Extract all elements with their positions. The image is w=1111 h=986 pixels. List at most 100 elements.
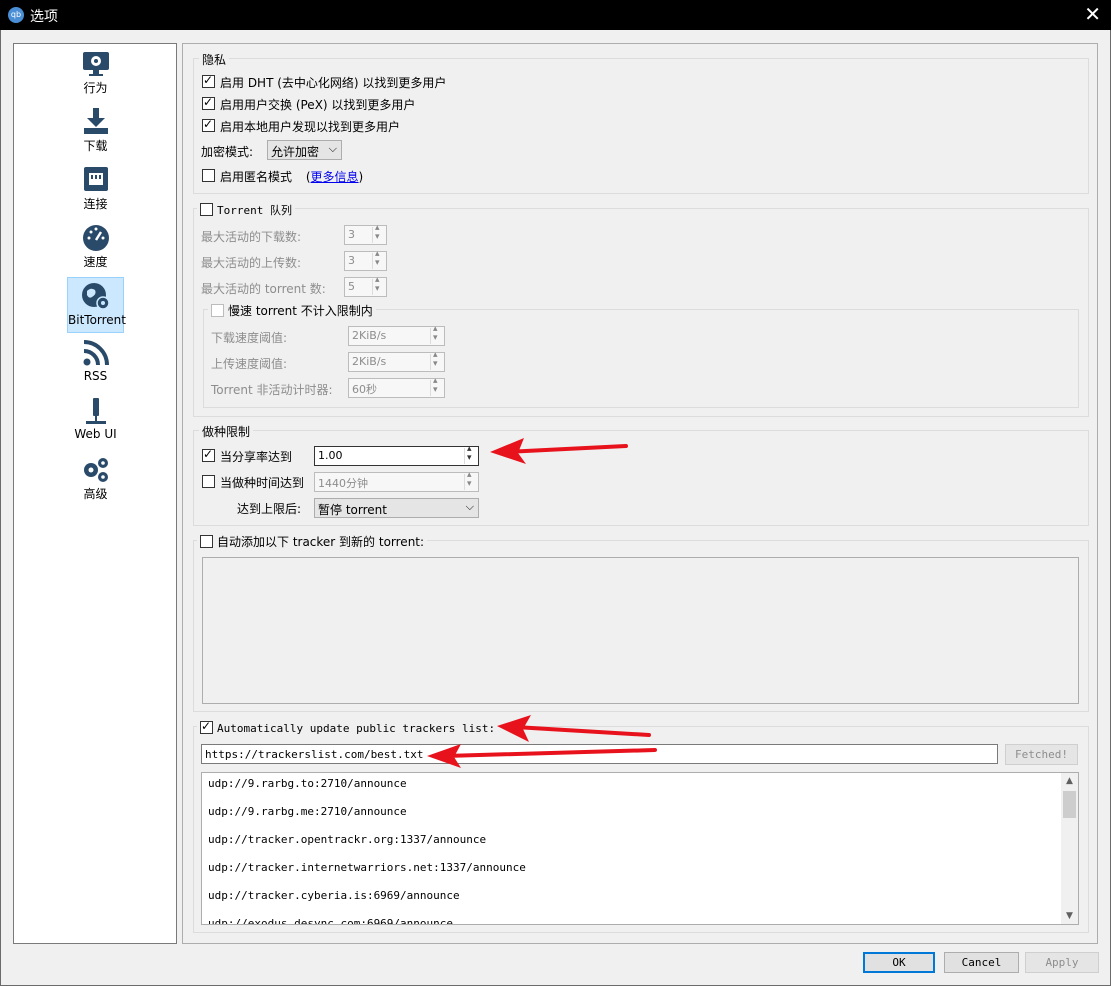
sidebar-item-speed[interactable]: 速度 bbox=[67, 220, 124, 276]
close-icon[interactable]: ✕ bbox=[1084, 3, 1101, 25]
chevron-down-icon: ⌵ bbox=[465, 500, 474, 513]
max-uploads-label: 最大活动的上传数: bbox=[201, 256, 302, 270]
scrollbar-thumb[interactable] bbox=[1063, 791, 1076, 818]
sidebar-item-webui[interactable]: Web UI bbox=[67, 394, 124, 450]
stepper-arrows-icon[interactable] bbox=[430, 376, 443, 396]
list-item: udp://tracker.internetwarriors.net:1337/… bbox=[208, 861, 526, 874]
auto-trackers-textarea[interactable] bbox=[202, 557, 1079, 704]
max-torrents-stepper[interactable]: 5 bbox=[344, 275, 387, 297]
max-downloads-stepper[interactable]: 3 bbox=[344, 223, 387, 245]
sidebar-item-behavior[interactable]: 行为 bbox=[67, 46, 124, 102]
list-item: udp://exodus.desync.com:6969/announce bbox=[208, 917, 454, 925]
sidebar-item-bittorrent[interactable]: BitTorrent bbox=[67, 277, 126, 333]
seeding-time-value: 1440分钟 bbox=[318, 477, 368, 490]
dht-checkbox[interactable] bbox=[202, 73, 215, 88]
max-downloads-value: 3 bbox=[348, 228, 355, 241]
more-info-close-paren: ) bbox=[358, 170, 364, 184]
stepper-arrows-icon[interactable] bbox=[372, 223, 385, 243]
encryption-mode-label: 加密模式: bbox=[201, 145, 254, 159]
slow-torrents-title: 慢速 torrent 不计入限制内 bbox=[228, 304, 373, 318]
limit-action-value: 暂停 torrent bbox=[318, 503, 387, 517]
seeding-time-checkbox[interactable] bbox=[202, 475, 215, 488]
anonymous-mode-label: 启用匿名模式 (更多信息) bbox=[220, 168, 363, 185]
list-item: udp://9.rarbg.to:2710/announce bbox=[208, 777, 407, 790]
stepper-arrows-icon[interactable] bbox=[464, 470, 477, 490]
sidebar-item-label: 连接 bbox=[83, 197, 108, 211]
anonymous-mode-checkbox[interactable] bbox=[202, 169, 215, 182]
inactivity-timer-label: Torrent 非活动计时器: bbox=[211, 383, 333, 397]
seeding-time-label: 当做种时间达到 bbox=[220, 476, 305, 490]
torrent-queue-checkbox[interactable] bbox=[200, 203, 213, 216]
ratio-limit-label: 当分享率达到 bbox=[220, 450, 293, 464]
rss-icon bbox=[83, 340, 109, 366]
inactivity-timer-stepper[interactable]: 60秒 bbox=[348, 376, 445, 398]
scroll-up-icon[interactable]: ▲ bbox=[1061, 773, 1078, 789]
title-bar: qb 选项 ✕ bbox=[0, 0, 1111, 30]
sidebar-item-label: 行为 bbox=[83, 81, 108, 95]
ok-button[interactable]: OK bbox=[863, 952, 935, 973]
stepper-arrows-icon[interactable] bbox=[430, 324, 443, 344]
slow-torrents-checkbox[interactable] bbox=[211, 304, 224, 317]
ratio-limit-value: 1.00 bbox=[318, 449, 343, 462]
stepper-arrows-icon[interactable] bbox=[464, 444, 477, 464]
app-icon: qb bbox=[8, 7, 24, 23]
seeding-time-stepper[interactable]: 1440分钟 bbox=[314, 470, 479, 492]
upload-threshold-stepper[interactable]: 2KiB/s bbox=[348, 350, 445, 372]
gears-icon bbox=[83, 458, 108, 482]
trackers-scrollbar[interactable]: ▲ ▼ bbox=[1061, 773, 1078, 924]
trackers-list[interactable]: udp://9.rarbg.to:2710/announce udp://9.r… bbox=[201, 772, 1079, 925]
torrent-queue-header: Torrent 队列 bbox=[197, 201, 295, 218]
max-uploads-value: 3 bbox=[348, 254, 355, 267]
inactivity-timer-value: 60秒 bbox=[352, 383, 377, 396]
cancel-button[interactable]: Cancel bbox=[944, 952, 1019, 973]
upload-threshold-label: 上传速度阈值: bbox=[211, 357, 288, 371]
max-torrents-label: 最大活动的 torrent 数: bbox=[201, 282, 326, 296]
ratio-limit-checkbox[interactable] bbox=[202, 447, 215, 462]
torrent-queue-title: Torrent 队列 bbox=[217, 204, 292, 217]
sidebar-item-label: BitTorrent bbox=[68, 313, 126, 327]
sidebar-item-label: 高级 bbox=[83, 487, 108, 501]
trackers-url-value: https://trackerslist.com/best.txt bbox=[205, 748, 424, 761]
stepper-arrows-icon[interactable] bbox=[372, 249, 385, 269]
apply-button[interactable]: Apply bbox=[1025, 952, 1099, 973]
download-icon bbox=[83, 108, 108, 134]
max-torrents-value: 5 bbox=[348, 280, 355, 293]
encryption-mode-select[interactable]: 允许加密 ⌵ bbox=[267, 140, 342, 160]
limit-action-select[interactable]: 暂停 torrent ⌵ bbox=[314, 498, 479, 518]
public-trackers-checkbox[interactable] bbox=[200, 719, 213, 734]
privacy-group-title: 隐私 bbox=[199, 51, 230, 68]
download-threshold-stepper[interactable]: 2KiB/s bbox=[348, 324, 445, 346]
auto-trackers-checkbox[interactable] bbox=[200, 535, 213, 548]
max-downloads-label: 最大活动的下载数: bbox=[201, 230, 302, 244]
options-sidebar: 行为 下载 连接 速度 BitTorrent RSS Web UI 高级 bbox=[13, 43, 177, 944]
chevron-down-icon: ⌵ bbox=[328, 142, 337, 155]
window-title: 选项 bbox=[30, 9, 58, 25]
sidebar-item-advanced[interactable]: 高级 bbox=[67, 452, 124, 508]
sidebar-item-label: Web UI bbox=[74, 427, 117, 441]
sidebar-item-connection[interactable]: 连接 bbox=[67, 162, 124, 218]
sidebar-item-label: 下载 bbox=[83, 139, 108, 153]
pex-checkbox[interactable] bbox=[202, 95, 215, 110]
sidebar-item-label: 速度 bbox=[83, 255, 108, 269]
fetch-trackers-button[interactable]: Fetched! bbox=[1005, 744, 1078, 765]
network-port-icon bbox=[83, 167, 108, 191]
sidebar-item-label: RSS bbox=[83, 369, 108, 383]
scroll-down-icon[interactable]: ▼ bbox=[1061, 908, 1078, 924]
stepper-arrows-icon[interactable] bbox=[430, 350, 443, 370]
pex-label: 启用用户交换 (PeX) 以找到更多用户 bbox=[220, 98, 416, 112]
stepper-arrows-icon[interactable] bbox=[372, 275, 385, 295]
sidebar-item-rss[interactable]: RSS bbox=[67, 336, 124, 392]
sidebar-item-downloads[interactable]: 下载 bbox=[67, 104, 124, 160]
ratio-limit-stepper[interactable]: 1.00 bbox=[314, 444, 479, 466]
anonymous-mode-text: 启用匿名模式 bbox=[220, 170, 293, 184]
lsd-label: 启用本地用户发现以找到更多用户 bbox=[220, 120, 401, 134]
list-item: udp://tracker.opentrackr.org:1337/announ… bbox=[208, 833, 487, 846]
lsd-checkbox[interactable] bbox=[202, 117, 215, 132]
max-uploads-stepper[interactable]: 3 bbox=[344, 249, 387, 271]
monitor-gear-icon bbox=[82, 52, 109, 76]
dht-label: 启用 DHT (去中心化网络) 以找到更多用户 bbox=[220, 76, 447, 90]
public-trackers-header: Automatically update public trackers lis… bbox=[197, 719, 499, 735]
more-info-link[interactable]: 更多信息 bbox=[311, 170, 359, 184]
auto-trackers-header: 自动添加以下 tracker 到新的 torrent: bbox=[197, 533, 428, 550]
slow-torrents-group bbox=[203, 309, 1079, 408]
